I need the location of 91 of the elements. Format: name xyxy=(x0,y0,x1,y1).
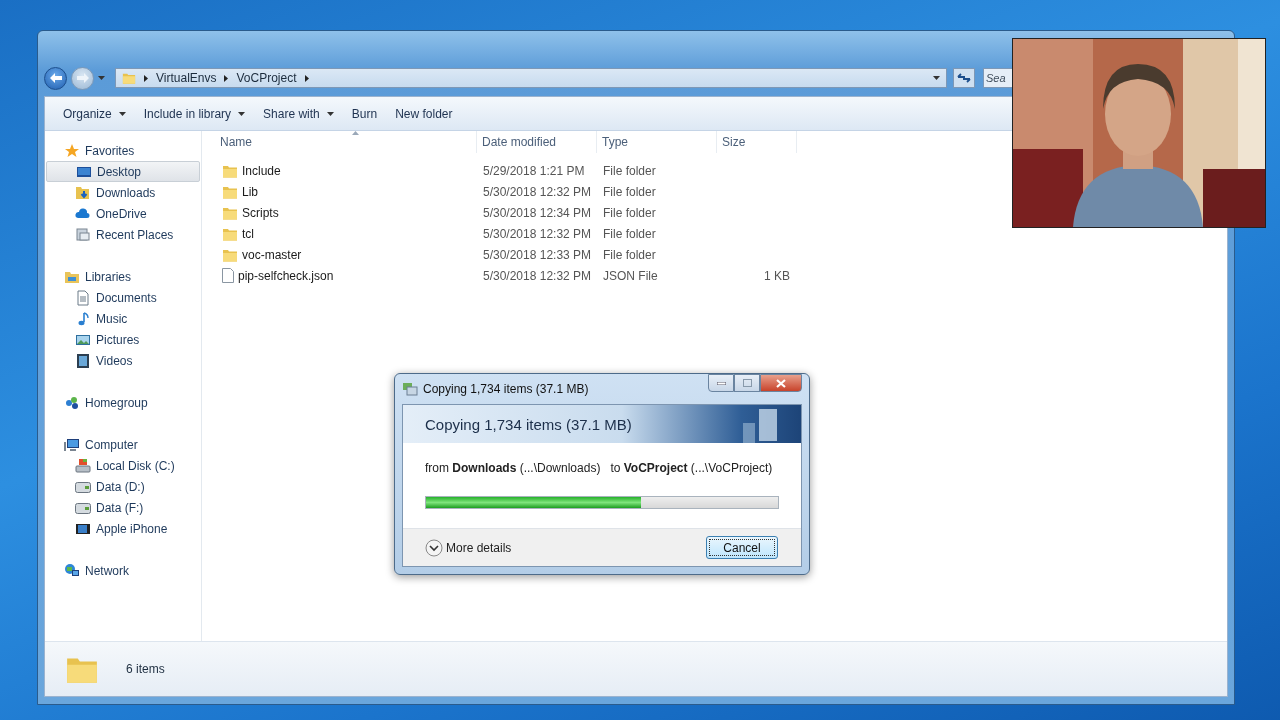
breadcrumb-item[interactable]: VirtualEnvs xyxy=(156,71,217,85)
date-cell: 5/30/2018 12:34 PM xyxy=(483,205,592,220)
sidebar-item[interactable]: Libraries xyxy=(45,266,201,287)
sidebar-item[interactable]: Favorites xyxy=(45,140,201,161)
forward-arrow-icon xyxy=(76,73,89,83)
type-cell: File folder xyxy=(603,247,656,262)
column-header[interactable]: Size xyxy=(717,131,797,153)
chevron-icon xyxy=(144,74,148,82)
film-icon xyxy=(75,352,91,369)
maximize-icon xyxy=(742,379,752,387)
item-count: 6 items xyxy=(126,662,165,676)
type-cell: File folder xyxy=(603,184,656,199)
sidebar-item[interactable]: Local Disk (C:) xyxy=(45,455,201,476)
cancel-button[interactable]: Cancel xyxy=(706,536,778,559)
file-name[interactable]: pip-selfcheck.json xyxy=(238,268,334,283)
file-name[interactable]: tcl xyxy=(242,226,254,241)
type-cell: File folder xyxy=(603,163,656,178)
folder-icon xyxy=(222,247,238,262)
close-icon xyxy=(776,378,786,388)
download-folder-icon xyxy=(75,184,91,201)
chevron-icon xyxy=(224,74,229,82)
type-cell: File folder xyxy=(603,226,656,241)
search-field[interactable]: Sea xyxy=(983,68,1014,88)
folder-icon xyxy=(222,226,238,241)
date-cell: 5/29/2018 1:21 PM xyxy=(483,163,585,178)
history-caret-icon xyxy=(98,76,105,80)
sidebar-item[interactable]: Desktop xyxy=(46,161,200,182)
refresh-button[interactable] xyxy=(953,68,975,88)
sidebar-item[interactable]: Music xyxy=(45,308,201,329)
column-header[interactable]: Type xyxy=(597,131,717,153)
file-icon xyxy=(222,268,234,283)
chevron-down-icon xyxy=(425,538,443,557)
column-header[interactable]: Date modified xyxy=(477,131,597,153)
dialog-heading: Copying 1,734 items (37.1 MB) xyxy=(425,415,632,433)
minimize-icon xyxy=(716,381,726,385)
chevron-icon xyxy=(304,74,309,82)
folder-icon xyxy=(222,205,238,220)
file-name[interactable]: Lib xyxy=(242,184,258,199)
computer-icon xyxy=(64,436,80,453)
type-cell: JSON File xyxy=(603,268,658,283)
sidebar-item[interactable]: OneDrive xyxy=(45,203,201,224)
caret-icon xyxy=(118,111,126,116)
sidebar-item[interactable]: Documents xyxy=(45,287,201,308)
network-globe-icon xyxy=(64,562,80,579)
sidebar-item[interactable]: Downloads xyxy=(45,182,201,203)
size-cell: 1 KB xyxy=(764,268,790,283)
sidebar-item[interactable]: Recent Places xyxy=(45,224,201,245)
more-details-button[interactable]: More details xyxy=(425,538,512,557)
toolbar-button[interactable]: Organize xyxy=(55,102,134,125)
date-cell: 5/30/2018 12:33 PM xyxy=(483,247,592,262)
folder-icon xyxy=(122,71,136,85)
sidebar-item[interactable]: Apple iPhone xyxy=(45,518,201,539)
address-bar[interactable]: VirtualEnvs VoCProject xyxy=(115,68,947,88)
folder-icon xyxy=(222,163,238,178)
windows-stack-icon xyxy=(75,226,91,243)
caret-icon xyxy=(933,76,940,80)
minimize-button[interactable] xyxy=(708,374,734,392)
copy-icon xyxy=(402,382,418,396)
sidebar-item[interactable]: Network xyxy=(45,560,201,581)
date-cell: 5/30/2018 12:32 PM xyxy=(483,184,592,199)
back-button[interactable] xyxy=(44,66,67,90)
breadcrumb-item[interactable]: VoCProject xyxy=(236,71,297,85)
file-name[interactable]: Scripts xyxy=(242,205,279,220)
caret-icon xyxy=(326,111,334,116)
sidebar-item[interactable]: Homegroup xyxy=(45,392,201,413)
date-cell: 5/30/2018 12:32 PM xyxy=(483,268,592,283)
close-button[interactable] xyxy=(760,374,802,392)
caret-icon xyxy=(238,111,246,116)
document-icon xyxy=(75,289,91,306)
toolbar-button[interactable]: Share with xyxy=(255,102,342,125)
refresh-icon xyxy=(957,72,971,84)
toolbar-button[interactable]: Burn xyxy=(343,102,386,125)
folder-icon xyxy=(222,184,238,199)
sidebar-item[interactable]: Data (D:) xyxy=(45,476,201,497)
sidebar-item[interactable]: Pictures xyxy=(45,329,201,350)
back-arrow-icon xyxy=(49,73,62,83)
copy-route-text: from Downloads (...\Downloads) to VoCProject (...\VoCProject) xyxy=(425,461,774,475)
date-cell: 5/30/2018 12:32 PM xyxy=(483,226,592,241)
sidebar-item[interactable]: Data (F:) xyxy=(45,497,201,518)
sidebar-item[interactable]: Videos xyxy=(45,350,201,371)
disk-drive-icon xyxy=(75,457,91,474)
dialog-title: Copying 1,734 items (37.1 MB) xyxy=(423,382,589,396)
toolbar-button[interactable]: Include in library xyxy=(135,102,254,125)
file-name[interactable]: voc-master xyxy=(242,247,302,262)
sidebar-item[interactable]: Computer xyxy=(45,434,201,455)
maximize-button[interactable] xyxy=(734,374,760,392)
file-name[interactable]: Include xyxy=(242,163,281,178)
type-cell: File folder xyxy=(603,205,656,220)
star-icon xyxy=(64,142,80,159)
toolbar-button[interactable]: New folder xyxy=(387,102,461,125)
circles-icon xyxy=(64,394,80,411)
